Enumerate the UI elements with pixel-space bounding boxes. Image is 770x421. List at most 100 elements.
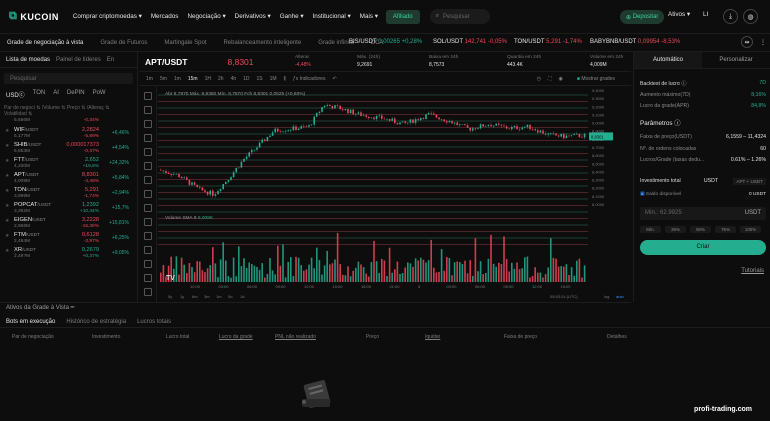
magnet-icon[interactable]	[144, 246, 152, 254]
heart-icon[interactable]	[144, 204, 152, 212]
indicators-button[interactable]: ƒx Indicadores	[293, 76, 326, 82]
zoom-icon[interactable]	[144, 232, 152, 240]
tab-more[interactable]: En	[107, 57, 114, 63]
assets-menu[interactable]: Ativos ▾	[668, 11, 690, 18]
tab-rebalance[interactable]: Rebalanceamento inteligente	[223, 40, 301, 46]
list-item[interactable]: ★ EIGEN/USDT 2,968M 3,2228 -15,39% +15,8…	[4, 216, 133, 231]
pct-min[interactable]: Mín.	[640, 226, 661, 233]
coin-search-input[interactable]: Pesquisar	[4, 73, 133, 84]
trash-icon[interactable]	[144, 288, 152, 296]
camera-icon[interactable]: ◉	[559, 76, 563, 82]
tf-1m[interactable]: 1m	[174, 76, 181, 82]
pct-50[interactable]: 50%	[690, 226, 711, 233]
fullscreen-icon[interactable]: ⛶	[548, 76, 552, 82]
tf-1mo[interactable]: 1M	[270, 76, 277, 82]
crosshair-icon[interactable]	[144, 92, 152, 100]
deposit-button[interactable]: ⊕ Depositar	[620, 10, 665, 24]
tab-automatic[interactable]: Automático	[634, 52, 702, 68]
tutorials-link[interactable]: Tutoriais	[741, 268, 764, 274]
kucoin-logo[interactable]: ⧉ KUCOIN	[9, 10, 59, 23]
list-item[interactable]: ★ SHIB/USDT 6,853M 0,000017373 -0,37% +4…	[4, 141, 133, 156]
tf-1w[interactable]: 1S	[257, 76, 263, 82]
tf-15m[interactable]: 15m	[188, 76, 198, 82]
more-icon[interactable]: ⋮	[757, 36, 769, 48]
tf-1h[interactable]: 1H	[205, 76, 211, 82]
tab-coin-list[interactable]: Lista de moedas	[6, 57, 50, 63]
star-icon[interactable]: ★	[5, 173, 9, 179]
list-item[interactable]: ★ POPCAT/USDT 3,392M 1,2392 +10,44% +15,…	[4, 201, 133, 216]
candle-type-icon[interactable]: ⫼	[284, 76, 286, 82]
star-icon[interactable]: ★	[5, 188, 9, 194]
list-item[interactable]: ★ XR/USDT 2,49?M 0,2679 +0,37% +9,05%	[4, 246, 133, 261]
fib-icon[interactable]	[144, 148, 152, 156]
measure-icon[interactable]	[144, 190, 152, 198]
list-item[interactable]: ★ FTM/USDT 2,484M 0,6128 -3,97% +6,25%	[4, 231, 133, 246]
show-grid-toggle[interactable]: ■ Mostrar grades	[570, 76, 615, 82]
download-icon[interactable]: ⤓	[723, 9, 738, 24]
ticker-item[interactable]: BIS/USDT 0,00265 +0,28%	[349, 39, 422, 45]
pattern-icon[interactable]	[144, 176, 152, 184]
globe-icon[interactable]: ◍	[743, 9, 758, 24]
tab-leaderboard[interactable]: Painel de líderes	[56, 57, 101, 63]
nav-institutional[interactable]: Institucional ▾	[313, 13, 351, 20]
investment-input[interactable]: Mín.: 62.9925 USDT	[640, 207, 766, 220]
tf-4h[interactable]: 4h	[231, 76, 237, 82]
layout-icon[interactable]: ⇹	[741, 36, 753, 48]
chip-depin[interactable]: DePIN	[67, 90, 85, 99]
hline-icon[interactable]	[144, 120, 152, 128]
undo-icon[interactable]: ↶	[332, 76, 336, 82]
clock-icon[interactable]: ◷	[537, 76, 541, 82]
nav-earn[interactable]: Ganhe ▾	[280, 13, 304, 20]
list-item[interactable]: ★ WIF/USDT 5,177M 2,2824 -5,89% +6,46%	[4, 126, 133, 141]
avatar[interactable]: LI	[703, 11, 708, 18]
nav-markets[interactable]: Mercados	[151, 13, 179, 20]
candlestick-chart[interactable]: 9,40009,30009,20009,10009,00008,90008,80…	[158, 86, 631, 302]
eye-icon[interactable]	[144, 274, 152, 282]
list-item[interactable]: ★ FTT/USDT 4,330M 2,652 +19,6% +24,32%	[4, 156, 133, 171]
chip-pow[interactable]: PoW	[93, 90, 106, 99]
tab-strategy-history[interactable]: Histórico de estratégia	[66, 319, 126, 325]
nav-trading[interactable]: Negociação ▾	[187, 13, 225, 20]
col-unrealized-pnl[interactable]: PNL não realizado	[275, 334, 316, 340]
chip-usdc[interactable]: USDⓒ	[6, 90, 25, 99]
star-icon[interactable]: ★	[5, 248, 9, 254]
list-item[interactable]: ★ TON/USDT 3,999M 5,291 -1,74% +2,94%	[4, 186, 133, 201]
col-liquidation[interactable]: Iquidar	[425, 334, 440, 340]
trendline-icon[interactable]	[144, 106, 152, 114]
tf-2h[interactable]: 2h	[218, 76, 224, 82]
tf-1s[interactable]: 1m	[146, 76, 153, 82]
nav-buy-crypto[interactable]: Comprar criptomoedas ▾	[73, 13, 142, 20]
tab-total-profit[interactable]: Lucros totais	[137, 319, 171, 325]
star-icon[interactable]: ★	[5, 158, 9, 164]
star-icon[interactable]: ★	[5, 203, 9, 209]
tf-1d[interactable]: 1D	[243, 76, 249, 82]
pair-name[interactable]: APT/USDT	[145, 57, 188, 67]
tf-5m[interactable]: 5m	[160, 76, 167, 82]
grid-assets-header[interactable]: Ativos da Grade à Vista ━	[0, 302, 631, 314]
nav-derivatives[interactable]: Derivativos ▾	[235, 13, 271, 20]
list-item[interactable]: ★ APT/USDT 4,009M 8,8301 -4,48% +5,84%	[4, 171, 133, 186]
chip-ai[interactable]: AI	[53, 90, 59, 99]
tab-spot-grid[interactable]: Grade de negociação à vista	[7, 40, 83, 46]
tab-futures-grid[interactable]: Grade de Futuros	[100, 40, 147, 46]
ticker-item[interactable]: TON/USDT 5,291 -1,74%	[514, 39, 582, 45]
list-item[interactable]: 5,656M -0,34%	[4, 117, 133, 126]
pct-100[interactable]: 100%	[740, 226, 761, 233]
star-icon[interactable]: ★	[5, 128, 9, 134]
ticker-item[interactable]: BABYBNB/USDT 0,09954 -8,53%	[590, 39, 680, 45]
pct-75[interactable]: 75%	[715, 226, 736, 233]
pct-25[interactable]: 25%	[665, 226, 686, 233]
tab-custom[interactable]: Personalizar	[702, 52, 770, 68]
star-icon[interactable]: ★	[5, 143, 9, 149]
ruler-icon[interactable]	[144, 218, 152, 226]
tab-martingale[interactable]: Martingale Spot	[164, 40, 206, 46]
ticker-item[interactable]: SOL/USDT 142,741 -0,05%	[433, 39, 507, 45]
lock-icon[interactable]	[144, 260, 152, 268]
coin-list-header[interactable]: Par de negoci ⇅ /Volume ⇅ Preço ⇅ /Alter…	[4, 105, 133, 117]
text-icon[interactable]	[144, 162, 152, 170]
search-input[interactable]: ⌕ Pesquisar	[429, 9, 490, 24]
tab-running-bots[interactable]: Bots em execução	[6, 319, 55, 325]
currency-usdt[interactable]: USDT	[704, 178, 718, 184]
star-icon[interactable]: ★	[5, 218, 9, 224]
affiliate-button[interactable]: Afiliado	[385, 9, 420, 24]
